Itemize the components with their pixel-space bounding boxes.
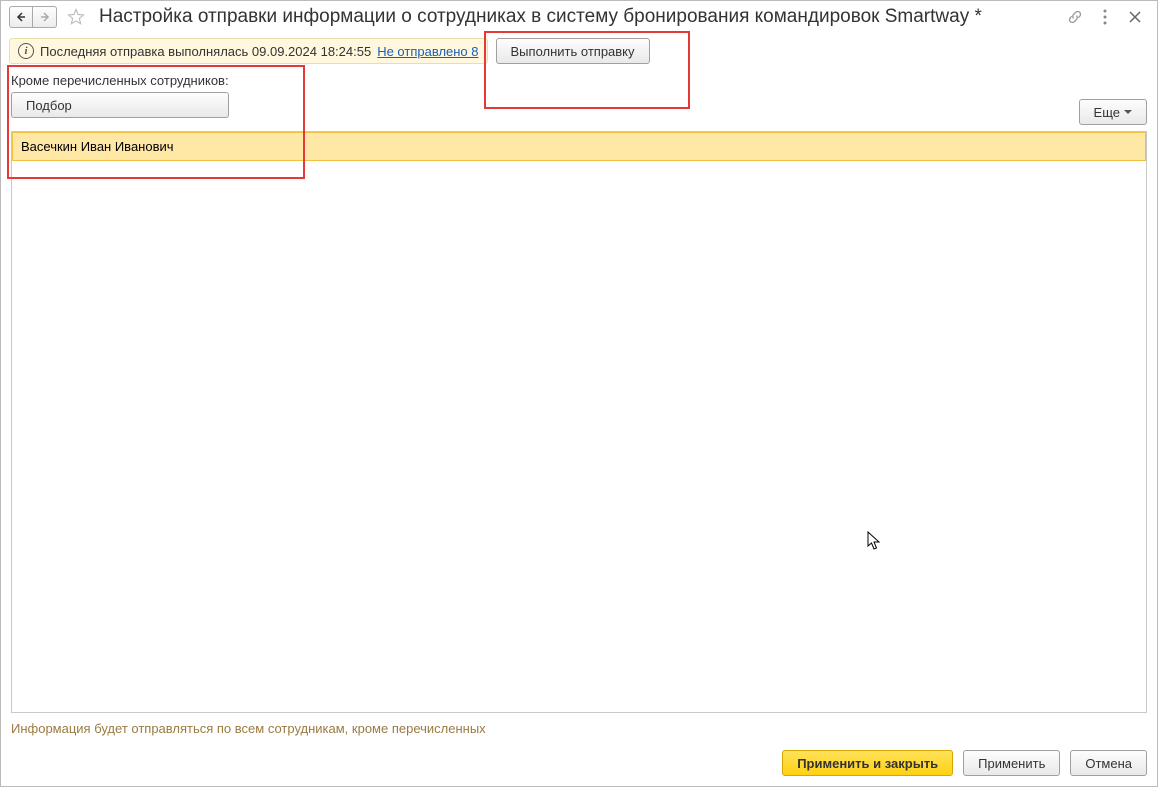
employee-list[interactable]: Васечкин Иван Иванович xyxy=(11,131,1147,713)
back-button[interactable] xyxy=(9,6,33,28)
list-item[interactable]: Васечкин Иван Иванович xyxy=(12,132,1146,161)
footer-note: Информация будет отправляться по всем со… xyxy=(1,713,1157,744)
cancel-button[interactable]: Отмена xyxy=(1070,750,1147,776)
kebab-icon xyxy=(1103,9,1107,25)
employee-name: Васечкин Иван Иванович xyxy=(21,139,174,154)
arrow-left-icon xyxy=(16,12,26,22)
page-title: Настройка отправки информации о сотрудни… xyxy=(99,6,1063,28)
apply-close-button[interactable]: Применить и закрыть xyxy=(782,750,953,776)
select-button[interactable]: Подбор xyxy=(11,92,229,118)
send-button[interactable]: Выполнить отправку xyxy=(496,38,650,64)
link-button[interactable] xyxy=(1067,9,1083,25)
link-icon xyxy=(1067,9,1083,25)
chevron-down-icon xyxy=(1124,110,1132,115)
favorite-button[interactable] xyxy=(65,6,87,28)
not-sent-link[interactable]: Не отправлено 8 xyxy=(377,44,478,59)
section-label: Кроме перечисленных сотрудников: xyxy=(11,73,229,88)
close-button[interactable] xyxy=(1127,9,1143,25)
list-item[interactable] xyxy=(12,161,1146,185)
more-button-label: Еще xyxy=(1094,105,1120,120)
status-panel: i Последняя отправка выполнялась 09.09.2… xyxy=(9,38,488,64)
arrow-right-icon xyxy=(40,12,50,22)
more-button[interactable]: Еще xyxy=(1079,99,1147,125)
close-icon xyxy=(1129,11,1141,23)
status-text: Последняя отправка выполнялась 09.09.202… xyxy=(40,44,371,59)
apply-button[interactable]: Применить xyxy=(963,750,1060,776)
forward-button[interactable] xyxy=(33,6,57,28)
star-icon xyxy=(67,8,85,26)
menu-button[interactable] xyxy=(1097,9,1113,25)
info-icon: i xyxy=(18,43,34,59)
